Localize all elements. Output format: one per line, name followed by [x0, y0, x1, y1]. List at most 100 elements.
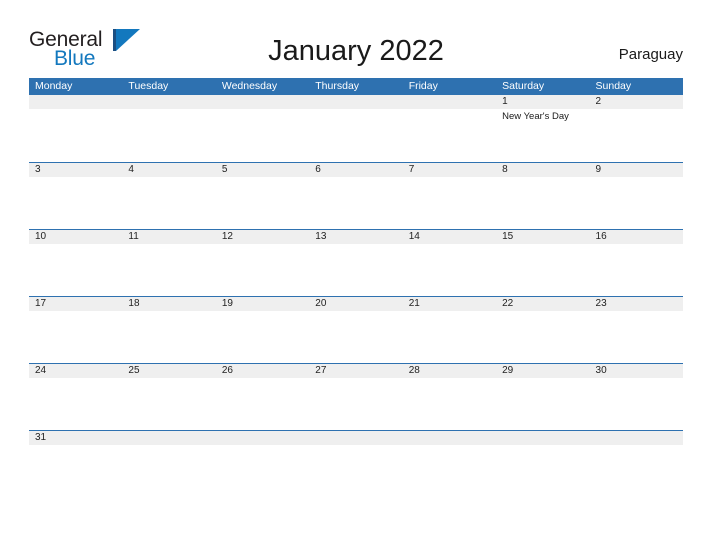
calendar-week-row: 24 25 26 27 28 29 30	[29, 363, 683, 431]
calendar-day-cell[interactable]: 10	[29, 230, 123, 297]
calendar-day-cell[interactable]: 31	[29, 431, 123, 498]
calendar-day-cell[interactable]: 17	[29, 297, 123, 364]
day-events: New Year's Day	[502, 111, 586, 123]
day-number: 24	[35, 365, 47, 376]
calendar-day-cell[interactable]: 11	[122, 230, 216, 297]
calendar-grid: Monday Tuesday Wednesday Thursday Friday Satu…	[29, 78, 683, 498]
day-number: 17	[35, 298, 47, 309]
holiday-label: New Year's Day	[502, 111, 569, 122]
day-number-band	[496, 95, 590, 109]
day-number-band	[402, 163, 497, 177]
day-number: 14	[408, 231, 420, 242]
calendar-day-cell-empty[interactable]	[309, 95, 403, 162]
day-number: 21	[408, 298, 420, 309]
calendar-day-cell[interactable]: 23	[589, 297, 683, 364]
country-label: Paraguay	[618, 46, 683, 63]
calendar-day-cell[interactable]: 6	[309, 163, 403, 230]
day-number: 20	[315, 298, 327, 309]
day-number-band	[29, 163, 123, 177]
calendar-day-cell-empty[interactable]	[215, 95, 310, 162]
day-number: 13	[315, 231, 327, 242]
day-of-week-tuesday: Tuesday	[128, 80, 169, 92]
day-number-band	[589, 95, 683, 109]
day-number-band	[589, 163, 683, 177]
calendar-day-cell[interactable]: 25	[122, 364, 216, 431]
calendar-day-cell[interactable]: 8	[496, 163, 590, 230]
day-of-week-wednesday: Wednesday	[221, 80, 278, 92]
day-number: 2	[595, 96, 602, 107]
calendar-day-cell[interactable]: 27	[309, 364, 403, 431]
day-number: 6	[315, 164, 321, 175]
calendar-day-cell-empty[interactable]	[402, 431, 497, 498]
calendar-day-cell[interactable]: 9	[589, 163, 683, 230]
calendar-day-cell-empty[interactable]	[29, 95, 123, 162]
calendar-day-cell-empty[interactable]	[589, 431, 683, 498]
calendar-week-row: 31	[29, 430, 683, 498]
day-number-band	[589, 431, 683, 445]
day-number: 15	[502, 231, 514, 242]
day-number: 5	[221, 164, 228, 175]
day-number: 4	[128, 164, 134, 175]
calendar-day-cell[interactable]: 30	[589, 364, 683, 431]
calendar-day-cell[interactable]: 1 New Year's Day	[496, 95, 590, 162]
calendar-day-cell[interactable]: 21	[402, 297, 497, 364]
calendar-day-cell[interactable]: 7	[402, 163, 497, 230]
day-number: 22	[502, 298, 514, 309]
day-number-band	[496, 163, 590, 177]
calendar-day-cell[interactable]: 28	[402, 364, 497, 431]
day-number: 26	[221, 365, 233, 376]
day-number: 16	[595, 231, 607, 242]
calendar-day-cell-empty[interactable]	[309, 431, 403, 498]
day-number-band	[309, 431, 403, 445]
calendar-day-cell[interactable]: 16	[589, 230, 683, 297]
calendar-week-row: 3 4 5 6 7 8 9	[29, 162, 683, 230]
calendar-day-cell[interactable]: 29	[496, 364, 590, 431]
day-number-band	[215, 431, 310, 445]
calendar-day-cell[interactable]: 13	[309, 230, 403, 297]
day-of-week-monday: Monday	[35, 80, 73, 92]
day-number: 1	[502, 96, 508, 107]
calendar-day-cell[interactable]: 19	[215, 297, 310, 364]
page-header: General Blue January 2022 Paraguay	[0, 0, 712, 78]
calendar-day-cell[interactable]: 5	[215, 163, 310, 230]
calendar-day-cell-empty[interactable]	[402, 95, 497, 162]
calendar-day-cell[interactable]: 2	[589, 95, 683, 162]
day-number: 10	[35, 231, 47, 242]
page-title: January 2022	[268, 35, 444, 67]
day-number: 11	[128, 231, 139, 242]
day-of-week-header: Monday Tuesday Wednesday Thursday Friday Satu…	[29, 78, 683, 95]
calendar-day-cell[interactable]: 14	[402, 230, 497, 297]
day-of-week-saturday: Saturday	[502, 80, 545, 92]
calendar-day-cell[interactable]: 15	[496, 230, 590, 297]
day-number: 3	[35, 164, 41, 175]
day-number-band	[402, 431, 497, 445]
calendar-day-cell[interactable]: 3	[29, 163, 123, 230]
calendar-day-cell[interactable]: 22	[496, 297, 590, 364]
calendar-day-cell[interactable]: 24	[29, 364, 123, 431]
day-number-band	[215, 95, 310, 109]
day-number: 28	[408, 365, 420, 376]
calendar-day-cell[interactable]: 18	[122, 297, 216, 364]
day-number: 8	[502, 164, 508, 175]
calendar-day-cell-empty[interactable]	[496, 431, 590, 498]
day-number: 30	[595, 365, 607, 376]
calendar-week-row: 17 18 19 20 21 22 23	[29, 296, 683, 364]
day-number-band	[309, 163, 403, 177]
day-number-band	[215, 163, 310, 177]
day-of-week-friday: Friday	[408, 80, 438, 92]
calendar-day-cell[interactable]: 26	[215, 364, 310, 431]
calendar-day-cell[interactable]: 12	[215, 230, 310, 297]
calendar-day-cell-empty[interactable]	[122, 95, 216, 162]
day-number-band	[402, 95, 497, 109]
day-number: 29	[502, 365, 514, 376]
calendar-day-cell[interactable]: 4	[122, 163, 216, 230]
calendar-day-cell-empty[interactable]	[122, 431, 216, 498]
day-number-band	[496, 431, 590, 445]
calendar-day-cell[interactable]: 20	[309, 297, 403, 364]
day-of-week-thursday: Thursday	[315, 80, 360, 92]
day-number: 25	[128, 365, 140, 376]
calendar-week-row: 10 11 12 13 14 15 16	[29, 229, 683, 297]
day-number-band	[309, 95, 403, 109]
day-number-band	[29, 95, 123, 109]
calendar-day-cell-empty[interactable]	[215, 431, 310, 498]
